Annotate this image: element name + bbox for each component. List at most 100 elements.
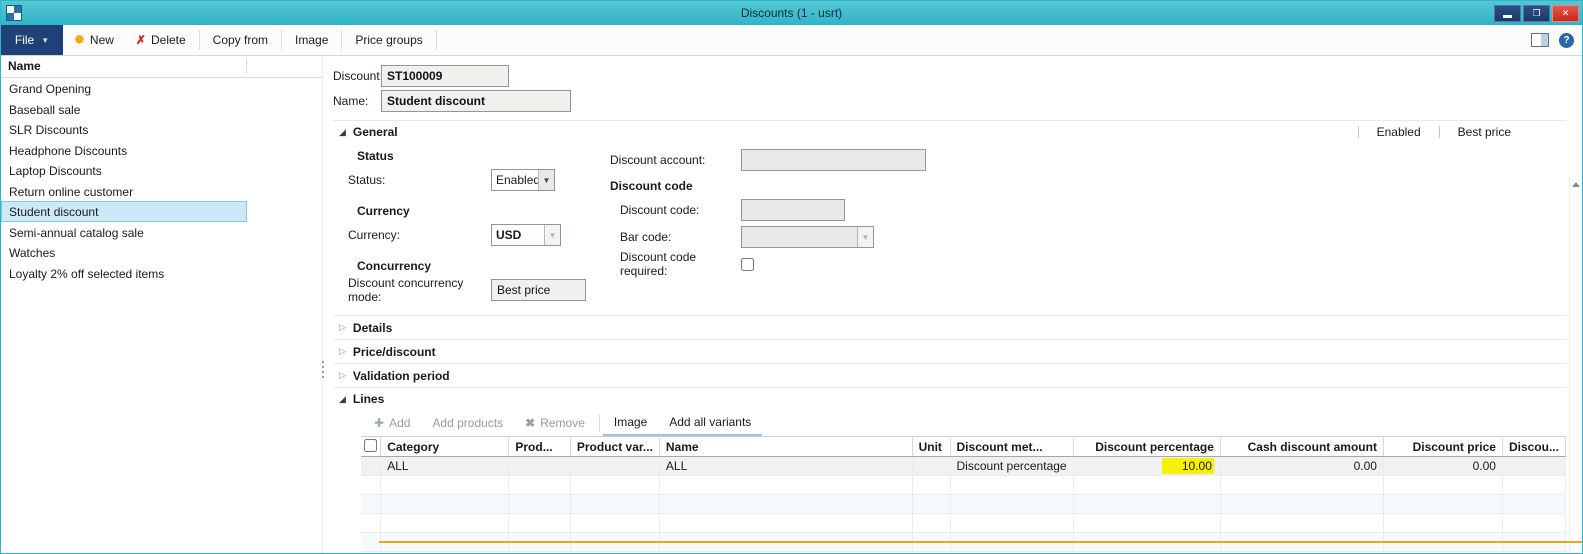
delete-button[interactable]: ✗ Delete (125, 25, 197, 55)
discount-code-field[interactable] (741, 199, 845, 221)
discount-account-label: Discount account: (610, 153, 741, 167)
grid-empty-row[interactable] (361, 476, 1566, 495)
list-item[interactable]: Loyalty 2% off selected items (1, 263, 247, 284)
price-groups-button[interactable]: Price groups (344, 25, 433, 55)
add-all-variants-button[interactable]: Add all variants (658, 410, 762, 434)
remove-line-label: Remove (540, 416, 585, 430)
file-menu-label: File (15, 33, 34, 47)
discount-list-panel: Name Grand OpeningBaseball saleSLR Disco… (1, 56, 323, 553)
bar-code-dropdown[interactable]: ▼ (741, 226, 874, 248)
price-discount-section-header[interactable]: ▷ Price/discount (333, 340, 1566, 363)
fasttab-lines: ◢ Lines ✚ Add Add products ✖ Remove (333, 387, 1566, 552)
close-button[interactable]: ✕ (1552, 5, 1579, 22)
name-field-label: Name: (333, 94, 381, 108)
grid-column-header[interactable]: Prod... (509, 437, 570, 457)
status-dropdown[interactable]: Enabled ▼ (491, 169, 555, 191)
highlighted-value: 10.00 (1162, 458, 1214, 474)
details-section-title: Details (353, 321, 392, 335)
list-item[interactable]: Semi-annual catalog sale (1, 222, 247, 243)
chevron-down-icon: ▼ (41, 36, 49, 45)
list-item[interactable]: SLR Discounts (1, 119, 247, 140)
validation-period-section-header[interactable]: ▷ Validation period (333, 364, 1566, 387)
concurrency-mode-field[interactable] (491, 279, 586, 301)
titlebar[interactable]: Discounts (1 - usrt) ❐ ✕ (1, 1, 1582, 25)
general-section-title: General (353, 125, 398, 139)
grid-column-header[interactable]: Name (659, 437, 912, 457)
grid-column-header[interactable]: Product var... (570, 437, 659, 457)
new-button-label: New (90, 33, 114, 47)
new-button[interactable]: ✹ New (63, 25, 125, 55)
main-toolbar: File ▼ ✹ New ✗ Delete Copy from Image Pr… (1, 25, 1582, 56)
list-item[interactable]: Grand Opening (1, 78, 247, 99)
chevron-down-icon[interactable]: ▼ (538, 170, 554, 190)
expanded-triangle-icon: ◢ (339, 395, 346, 404)
add-line-button[interactable]: ✚ Add (363, 410, 421, 436)
bar-code-value (742, 227, 857, 247)
bar-code-label: Bar code: (610, 230, 741, 244)
grid-column-header[interactable]: Discount percentage (1073, 437, 1220, 457)
chevron-down-icon: ▼ (544, 225, 560, 245)
toolbar-separator (341, 30, 342, 50)
remove-line-button[interactable]: ✖ Remove (514, 410, 596, 436)
toolbar-separator (436, 30, 437, 50)
discount-code-required-checkbox[interactable] (741, 258, 754, 271)
validation-period-section-title: Validation period (353, 369, 450, 383)
grid-column-header[interactable]: Discou... (1502, 437, 1565, 457)
add-products-label: Add products (432, 416, 503, 430)
discounts-window: Discounts (1 - usrt) ❐ ✕ File ▼ ✹ New ✗ … (0, 0, 1583, 554)
lines-section-header[interactable]: ◢ Lines (333, 388, 1566, 410)
fasttab-details: ▷ Details (333, 315, 1566, 339)
window-title: Discounts (1 - usrt) (1, 6, 1582, 20)
file-menu-button[interactable]: File ▼ (1, 25, 63, 55)
grid-row[interactable]: ALLALLDiscount percentage10.000.000.00 (361, 457, 1566, 476)
summary-divider (1439, 126, 1440, 138)
list-item-selected[interactable]: Student discount (1, 201, 247, 222)
discount-id-field[interactable] (381, 65, 509, 87)
add-products-button[interactable]: Add products (421, 410, 514, 436)
vertical-scrollbar[interactable] (1569, 178, 1582, 552)
minimize-button[interactable] (1494, 5, 1521, 22)
list-item[interactable]: Watches (1, 242, 247, 263)
copy-from-button[interactable]: Copy from (202, 25, 279, 55)
grid-column-header[interactable]: Discount met... (950, 437, 1073, 457)
toolbar-separator (281, 30, 282, 50)
add-line-label: Add (389, 416, 410, 430)
list-item[interactable]: Laptop Discounts (1, 160, 247, 181)
grid-column-header[interactable]: Cash discount amount (1220, 437, 1383, 457)
restore-button[interactable]: ❐ (1523, 5, 1550, 22)
grid-column-header[interactable]: Unit (912, 437, 950, 457)
help-icon[interactable]: ? (1559, 33, 1574, 48)
image-button[interactable]: Image (284, 25, 339, 55)
list-item[interactable]: Return online customer (1, 181, 247, 202)
currency-value: USD (492, 225, 544, 245)
discount-code-group-title: Discount code (610, 179, 1566, 194)
collapsed-triangle-icon: ▷ (339, 323, 346, 332)
delete-button-label: Delete (151, 33, 186, 47)
discount-list: Grand OpeningBaseball saleSLR DiscountsH… (1, 78, 322, 283)
fasttab-general: ◢ General Enabled Best price Status Stat… (333, 120, 1566, 315)
discount-name-field[interactable] (381, 90, 571, 112)
concurrency-mode-label: Discount concurrency mode: (333, 276, 491, 304)
general-section-header[interactable]: ◢ General Enabled Best price (333, 121, 1566, 143)
scroll-up-icon[interactable] (1572, 182, 1580, 187)
discount-account-field[interactable] (741, 149, 926, 171)
line-image-button[interactable]: Image (603, 410, 658, 434)
add-all-variants-label: Add all variants (669, 415, 751, 429)
list-item[interactable]: Headphone Discounts (1, 140, 247, 161)
status-group-title: Status (357, 149, 610, 164)
toolbar-separator (199, 30, 200, 50)
list-item[interactable]: Baseball sale (1, 99, 247, 120)
select-all-checkbox[interactable] (364, 439, 377, 452)
price-discount-section-title: Price/discount (353, 345, 436, 359)
grid-column-header[interactable]: Category (381, 437, 509, 457)
discount-form: Discount: Name: ◢ General Enabled Best p… (323, 56, 1582, 553)
discount-code-required-label: Discount code required: (610, 250, 741, 278)
currency-dropdown[interactable]: USD ▼ (491, 224, 561, 246)
details-section-header[interactable]: ▷ Details (333, 316, 1566, 339)
grid-empty-row[interactable] (361, 495, 1566, 514)
grid-empty-row[interactable] (361, 514, 1566, 533)
currency-group-title: Currency (357, 204, 610, 219)
panel-layout-icon[interactable] (1531, 33, 1549, 47)
grid-column-header[interactable]: Discount price (1383, 437, 1502, 457)
list-column-header-name[interactable]: Name (1, 56, 322, 78)
